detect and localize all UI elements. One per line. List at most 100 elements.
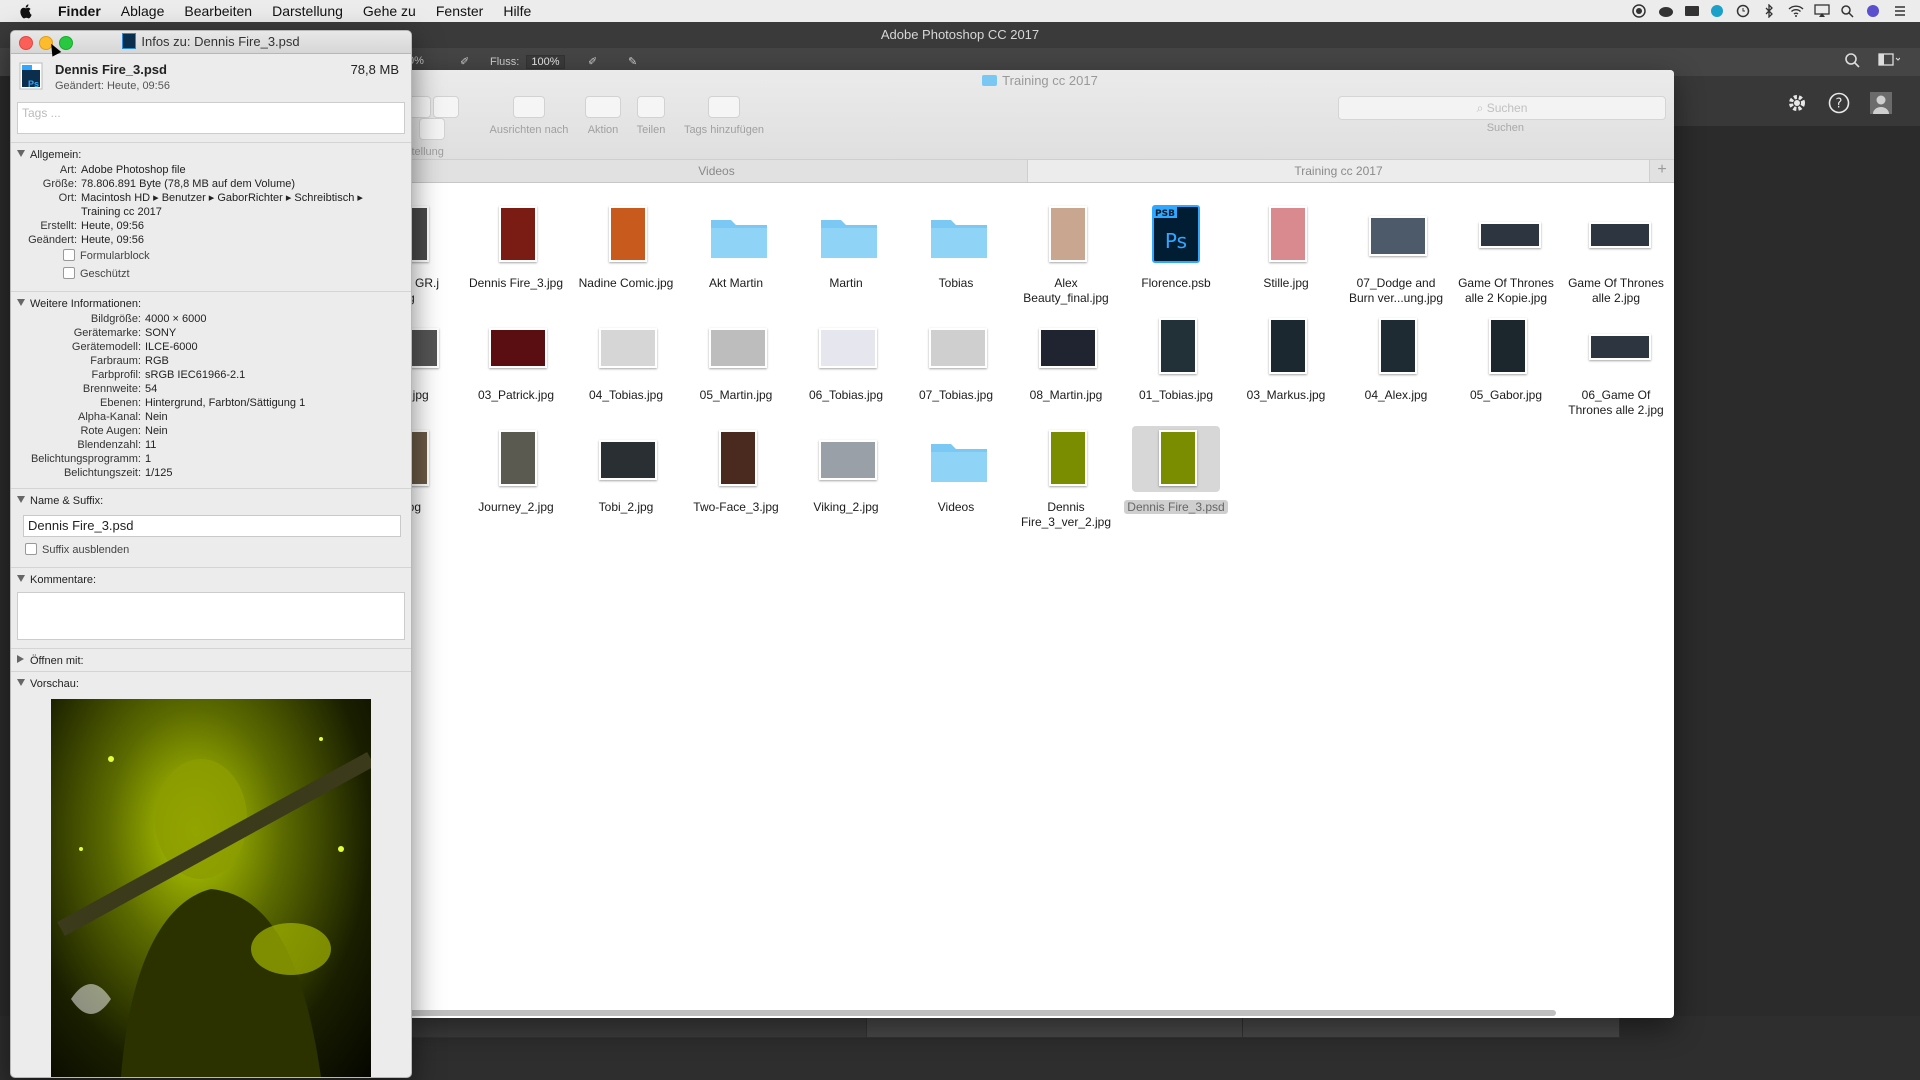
file-name: Dennis Fire_3.psd [55,62,167,77]
siri-icon[interactable] [1866,4,1880,18]
search-input[interactable]: ⌕ Suchen [1338,96,1666,120]
view-column-button[interactable] [419,118,445,140]
sync-icon[interactable] [1710,4,1724,18]
disclosure-general[interactable]: Allgemein: [11,147,411,163]
file-item[interactable]: Videos [902,426,1010,515]
file-item[interactable]: Game Of Thrones alle 2 Kopie.jpg [1452,202,1560,306]
file-item[interactable]: Viking_2.jpg [792,426,900,515]
file-item[interactable]: 05_Martin.jpg [682,314,790,403]
locked-checkbox[interactable]: Geschützt [11,265,411,283]
file-item[interactable]: Dennis Fire_3.jpg [462,202,570,291]
file-item[interactable]: Dennis Fire_3_ver_2.jpg [1012,426,1120,530]
horizontal-scrollbar[interactable] [406,1010,1556,1016]
gear-icon[interactable] [1786,92,1808,114]
disclosure-triangle-icon [17,150,25,157]
ps-bottom-strip [410,1016,868,1038]
section-preview: Vorschau: [11,671,411,692]
menu-finder[interactable]: Finder [48,3,111,19]
file-item[interactable]: PSB Ps Florence.psb [1122,202,1230,291]
help-icon[interactable]: ? [1828,92,1850,114]
time-machine-icon[interactable] [1736,4,1750,18]
flow-value[interactable]: 100% [526,55,565,69]
arrange-button[interactable] [513,96,545,118]
apple-icon[interactable] [18,3,34,19]
tags-field[interactable]: Tags ... [17,102,405,134]
file-item[interactable]: 07_Tobias.jpg [902,314,1010,403]
file-item[interactable]: Two-Face_3.jpg [682,426,790,515]
file-item[interactable]: Dennis Fire_3.psd [1122,426,1230,515]
file-item[interactable]: 08_Martin.jpg [1012,314,1120,403]
brush-settings-icon[interactable]: ✎ [628,55,637,68]
spotlight-icon[interactable] [1840,4,1854,18]
disclosure-more-info[interactable]: Weitere Informationen: [11,296,411,312]
menu-hilfe[interactable]: Hilfe [493,3,541,19]
info-row: Geändert: Heute, 09:56 [11,233,411,247]
file-item[interactable]: 07_Dodge and Burn ver...ung.jpg [1342,202,1450,306]
menu-fenster[interactable]: Fenster [426,3,493,19]
file-item[interactable]: Alex Beauty_final.jpg [1012,202,1120,306]
add-tab-button[interactable]: + [1650,160,1674,182]
info-title-bar: Infos zu: Dennis Fire_3.psd [11,31,411,57]
display-icon[interactable] [1684,4,1699,18]
share-icon[interactable] [637,96,665,118]
file-item[interactable]: 01_Tobias.jpg [1122,314,1230,403]
menu-gehe-zu[interactable]: Gehe zu [353,3,426,19]
file-item[interactable]: Nadine Comic.jpg [572,202,680,291]
file-item[interactable]: d.jpg [406,426,462,515]
brush-pressure-icon[interactable]: ✐ [588,55,597,68]
file-item[interactable]: 03_Patrick.jpg [462,314,570,403]
file-item[interactable]: 04_Alex.jpg [1342,314,1450,403]
file-label: Martin [829,276,863,290]
wifi-icon[interactable] [1788,4,1804,18]
file-label: Dennis Fire_3.psd [1122,500,1230,515]
comments-field[interactable] [17,592,405,640]
info-key: Ort: [58,192,77,204]
view-list-button[interactable] [433,96,459,118]
disclosure-open-with[interactable]: Öffnen mit: [11,653,411,669]
bluetooth-icon[interactable] [1762,3,1776,19]
record-icon[interactable] [1632,4,1646,18]
airbrush-icon[interactable]: ✐ [460,55,469,68]
hide-suffix-checkbox[interactable]: Suffix ausblenden [11,541,411,559]
menu-bearbeiten[interactable]: Bearbeiten [174,3,262,19]
file-label: 06_Game Of Thrones alle 2.jpg [1568,388,1664,417]
menu-ablage[interactable]: Ablage [111,3,175,19]
section-more-info: Weitere Informationen: Bildgröße: 4000 × … [11,291,411,480]
file-item[interactable]: 06_Tobias.jpg [792,314,900,403]
name-field[interactable]: Dennis Fire_3.psd [23,515,401,537]
file-item[interactable]: 04_Tobias.jpg [572,314,680,403]
file-item[interactable]: trick.jpg [406,314,462,403]
file-item[interactable]: Journey_2.jpg [462,426,570,515]
search-icon: ⌕ [1476,101,1484,115]
tab-videos[interactable]: Videos [406,160,1028,182]
checkbox-icon [25,543,37,555]
search-icon[interactable] [1844,52,1860,71]
stationery-checkbox[interactable]: Formularblock [11,247,411,265]
tab-training[interactable]: Training cc 2017 [1028,160,1650,182]
file-label: 04_Alex.jpg [1364,388,1428,402]
tag-icon[interactable] [708,96,740,118]
file-item[interactable]: Akt Martin [682,202,790,291]
disclosure-preview[interactable]: Vorschau: [11,676,411,692]
image-thumbnail [599,204,653,264]
file-item[interactable]: Tobias [902,202,1010,291]
notification-center-icon[interactable] [1892,4,1906,18]
file-item[interactable]: 05_Gabor.jpg [1452,314,1560,403]
creative-cloud-icon[interactable] [1658,4,1673,18]
file-item[interactable]: 06_Game Of Thrones alle 2.jpg [1562,314,1670,418]
file-item[interactable]: nderer GR.j pg [406,202,462,306]
disclosure-comments[interactable]: Kommentare: [11,572,411,588]
info-row: Blendenzahl: 11 [11,438,411,452]
disclosure-name-suffix[interactable]: Name & Suffix: [11,493,411,509]
file-item[interactable]: Stille.jpg [1232,202,1340,291]
menu-darstellung[interactable]: Darstellung [262,3,353,19]
airplay-icon[interactable] [1814,4,1830,18]
file-item[interactable]: Game Of Thrones alle 2.jpg [1562,202,1670,306]
info-row: Belichtungsprogramm: 1 [11,452,411,466]
file-item[interactable]: Martin [792,202,900,291]
workspace-icon[interactable] [1878,53,1901,70]
file-item[interactable]: Tobi_2.jpg [572,426,680,515]
action-gear-icon[interactable] [585,96,621,118]
avatar[interactable] [1870,92,1892,114]
file-item[interactable]: 03_Markus.jpg [1232,314,1340,403]
